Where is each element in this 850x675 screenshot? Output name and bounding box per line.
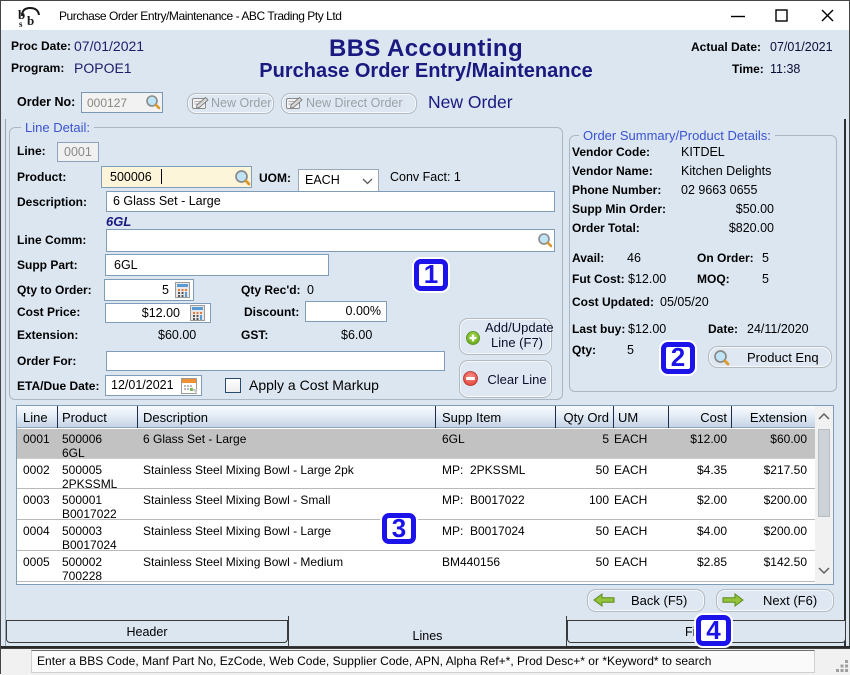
svg-text:s: s bbox=[19, 19, 23, 28]
svg-text:b: b bbox=[27, 13, 34, 28]
